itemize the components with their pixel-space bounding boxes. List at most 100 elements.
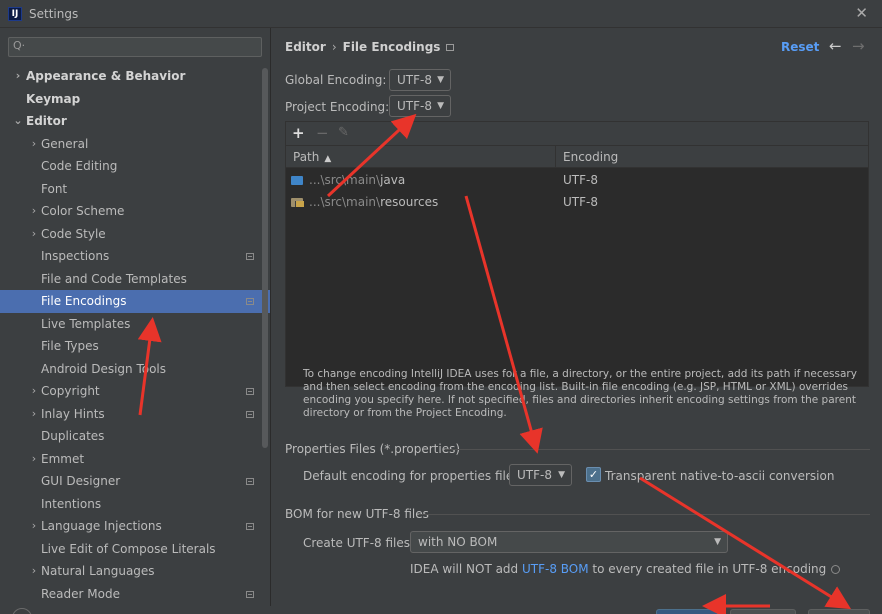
- path-cell: ...\src\main\resources: [291, 191, 438, 213]
- sidebar-item-live-edit-of-compose-literals[interactable]: Live Edit of Compose Literals: [0, 538, 270, 561]
- project-scope-icon: [246, 298, 254, 305]
- project-scope-icon: [246, 478, 254, 485]
- transparent-conversion-checkbox[interactable]: ✓: [586, 467, 601, 482]
- bom-hint-text: IDEA will NOT add: [410, 562, 522, 576]
- sidebar-item-inspections[interactable]: Inspections: [0, 245, 270, 268]
- sidebar-item-font[interactable]: Font: [0, 178, 270, 201]
- sidebar-item-label: Color Scheme: [41, 204, 125, 218]
- sidebar-item-label: Copyright: [41, 384, 100, 398]
- properties-encoding-dropdown[interactable]: UTF-8 ▼: [509, 464, 572, 486]
- sidebar-item-label: Reader Mode: [41, 586, 120, 601]
- sidebar-item-general[interactable]: › General: [0, 133, 270, 156]
- add-path-button[interactable]: +: [292, 124, 305, 142]
- sidebar-item-editor[interactable]: ⌄ Editor: [0, 110, 270, 133]
- source-folder-icon: [291, 176, 303, 185]
- path-name: resources: [380, 195, 439, 209]
- chevron-right-icon[interactable]: ›: [28, 133, 40, 156]
- bom-hint-text-end: to every created file in UTF-8 encoding: [588, 562, 827, 576]
- chevron-right-icon[interactable]: ›: [28, 403, 40, 426]
- settings-sidebar: Q· › Appearance & Behavior Keymap ⌄ Editor › G…: [0, 28, 271, 614]
- bom-section-title: BOM for new UTF-8 files: [285, 507, 429, 521]
- chevron-down-icon[interactable]: ⌄: [12, 110, 24, 133]
- chevron-down-icon: ▼: [437, 101, 444, 111]
- encoding-column-label: Encoding: [563, 150, 619, 164]
- window-title: Settings: [29, 6, 79, 21]
- sidebar-item-android-design-tools[interactable]: Android Design Tools: [0, 358, 270, 381]
- encoding-cell[interactable]: UTF-8: [563, 191, 598, 213]
- global-encoding-dropdown[interactable]: UTF-8 ▼: [389, 69, 451, 91]
- sidebar-item-reader-mode[interactable]: Reader Mode: [0, 583, 270, 606]
- sidebar-item-label: Code Style: [41, 226, 106, 241]
- sidebar-item-duplicates[interactable]: Duplicates: [0, 425, 270, 448]
- breadcrumb-separator: ›: [331, 40, 337, 54]
- breadcrumb-current: File Encodings: [342, 40, 441, 54]
- project-scope-icon: [246, 590, 254, 598]
- chevron-down-icon: ▼: [437, 75, 444, 85]
- sidebar-item-code-style[interactable]: › Code Style: [0, 223, 270, 246]
- table-toolbar: + − ✎: [286, 122, 868, 146]
- sidebar-item-keymap[interactable]: Keymap: [0, 88, 270, 111]
- project-scope-icon: [246, 253, 254, 260]
- encoding-cell[interactable]: UTF-8: [563, 169, 598, 191]
- chevron-right-icon[interactable]: ›: [28, 448, 40, 471]
- edit-path-button[interactable]: ✎: [338, 124, 349, 142]
- chevron-right-icon[interactable]: ›: [28, 380, 40, 403]
- sidebar-item-label: Inspections: [41, 249, 110, 263]
- project-encoding-dropdown[interactable]: UTF-8 ▼: [389, 95, 451, 117]
- settings-search-input[interactable]: Q·: [8, 37, 262, 57]
- chevron-right-icon[interactable]: ›: [28, 200, 40, 223]
- ok-button[interactable]: [656, 609, 718, 614]
- sidebar-item-live-templates[interactable]: Live Templates: [0, 313, 270, 336]
- path-prefix: ...\src\main\: [309, 173, 381, 187]
- sidebar-item-inlay-hints[interactable]: › Inlay Hints: [0, 403, 270, 426]
- title-bar: IJ Settings ✕: [0, 0, 882, 28]
- chevron-right-icon[interactable]: ›: [12, 65, 24, 88]
- path-prefix: ...\src\main\: [309, 195, 381, 209]
- remove-path-button[interactable]: −: [316, 124, 329, 142]
- bom-dropdown[interactable]: with NO BOM ▼: [410, 531, 728, 553]
- sidebar-item-appearance-behavior[interactable]: › Appearance & Behavior: [0, 65, 270, 88]
- sidebar-item-label: Inlay Hints: [41, 406, 105, 421]
- sidebar-item-file-encodings[interactable]: File Encodings: [0, 290, 270, 313]
- project-scope-icon: [246, 410, 254, 418]
- sidebar-item-intentions[interactable]: Intentions: [0, 493, 270, 516]
- table-row[interactable]: ...\src\main\java UTF-8: [286, 169, 868, 191]
- utf8-bom-link[interactable]: UTF-8 BOM: [522, 562, 589, 576]
- chevron-right-icon[interactable]: ›: [28, 560, 40, 583]
- sidebar-item-code-editing[interactable]: Code Editing: [0, 155, 270, 178]
- cancel-button[interactable]: [730, 609, 796, 614]
- sidebar-item-label: File Encodings: [41, 294, 127, 308]
- table-row[interactable]: ...\src\main\resources UTF-8: [286, 191, 868, 213]
- info-icon: [831, 565, 841, 574]
- sidebar-scrollbar[interactable]: [262, 68, 268, 448]
- sidebar-item-gui-designer[interactable]: GUI Designer: [0, 470, 270, 493]
- encoding-column-header[interactable]: Encoding: [556, 146, 868, 168]
- sidebar-item-label: Duplicates: [41, 429, 105, 443]
- forward-arrow-icon[interactable]: →: [852, 37, 865, 55]
- transparent-conversion-label[interactable]: Transparent native-to-ascii conversion: [605, 469, 834, 483]
- sidebar-item-copyright[interactable]: › Copyright: [0, 380, 270, 403]
- path-encoding-table: + − ✎ Path ▲ Encoding ...\src\main\java U…: [285, 121, 869, 387]
- back-arrow-icon[interactable]: ←: [829, 37, 842, 55]
- bom-dropdown-value: with NO BOM: [418, 535, 498, 549]
- path-column-header[interactable]: Path ▲: [286, 146, 556, 168]
- intellij-logo-icon: IJ: [8, 6, 22, 21]
- sidebar-item-file-types[interactable]: File Types: [0, 335, 270, 358]
- sidebar-item-file-and-code-templates[interactable]: File and Code Templates: [0, 268, 270, 291]
- sidebar-item-label: Natural Languages: [41, 564, 155, 578]
- sidebar-item-color-scheme[interactable]: › Color Scheme: [0, 200, 270, 223]
- breadcrumb-parent[interactable]: Editor: [285, 40, 326, 54]
- path-name: java: [380, 173, 406, 187]
- create-files-label: Create UTF-8 files:: [303, 536, 415, 550]
- sidebar-item-language-injections[interactable]: › Language Injections: [0, 515, 270, 538]
- chevron-right-icon[interactable]: ›: [28, 515, 40, 538]
- sidebar-item-natural-languages[interactable]: › Natural Languages: [0, 560, 270, 583]
- chevron-right-icon[interactable]: ›: [28, 223, 40, 246]
- sidebar-item-emmet[interactable]: › Emmet: [0, 448, 270, 471]
- sidebar-item-label: Live Edit of Compose Literals: [41, 541, 216, 556]
- sidebar-item-label: Live Templates: [41, 316, 131, 331]
- apply-button[interactable]: [808, 609, 870, 614]
- table-header: Path ▲ Encoding: [286, 146, 868, 168]
- close-icon[interactable]: ✕: [855, 5, 868, 21]
- reset-link[interactable]: Reset: [781, 40, 819, 54]
